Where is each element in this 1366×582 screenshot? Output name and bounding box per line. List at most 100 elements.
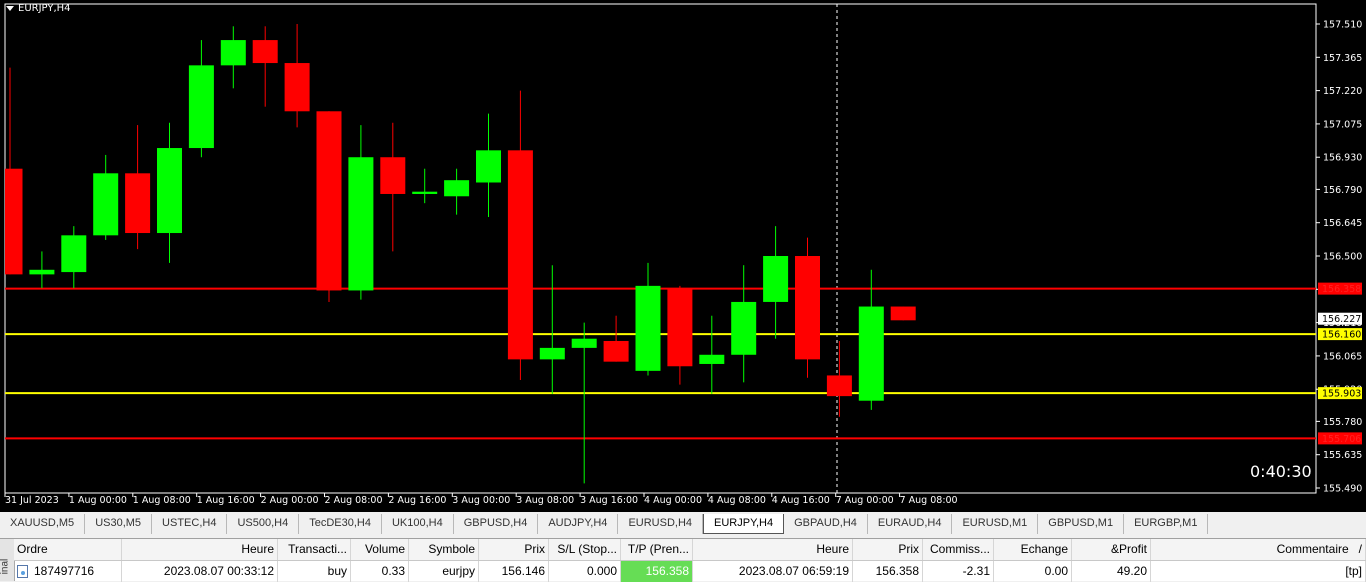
price-axis-label: 156.930 [1323, 153, 1362, 164]
table-cell: 156.358 [853, 561, 923, 582]
tab-us500-h4[interactable]: US500,H4 [227, 514, 300, 534]
column-header-label: Heure [816, 542, 849, 556]
column-header[interactable]: Heure [122, 539, 278, 560]
tab-gbpusd-h4[interactable]: GBPUSD,H4 [454, 514, 539, 534]
time-axis-label: 7 Aug 00:00 [836, 495, 894, 506]
candle-body [890, 306, 916, 321]
candle-body [667, 288, 693, 367]
tab-uk100-h4[interactable]: UK100,H4 [382, 514, 454, 534]
bar-countdown-timer: 0:40:30 [1250, 462, 1312, 481]
candle-body [220, 40, 246, 66]
tab-eurusd-h4[interactable]: EURUSD,H4 [618, 514, 704, 534]
tab-xauusd-m5[interactable]: XAUUSD,M5 [0, 514, 86, 534]
chart-symbol-label[interactable]: EURJPY,H4 [6, 3, 71, 14]
level-tag-label: 155.706 [1322, 434, 1361, 445]
time-axis-label: 1 Aug 00:00 [69, 495, 127, 506]
chart-window[interactable]: 157.510 157.365 157.220 157.075 156.930 156.7… [0, 0, 1366, 512]
price-chart[interactable]: 157.510 157.365 157.220 157.075 156.930 156.7… [0, 0, 1366, 512]
time-axis-label: 3 Aug 16:00 [580, 495, 638, 506]
tab-tecde30-h4[interactable]: TecDE30,H4 [299, 514, 382, 534]
candle-body [571, 338, 597, 348]
terminal-side-strip[interactable]: inal [0, 539, 15, 581]
price-axis-label: 155.780 [1323, 417, 1362, 428]
tab-ustec-h4[interactable]: USTEC,H4 [152, 514, 228, 534]
column-header[interactable]: Heure [693, 539, 853, 560]
candle-body [61, 235, 87, 273]
candle-body [125, 173, 151, 234]
candle-body [539, 347, 565, 360]
table-cell-value: eurjpy [442, 564, 475, 578]
candle-body [284, 63, 310, 112]
table-cell-value: 0.33 [381, 564, 405, 578]
tab-gbpaud-h4[interactable]: GBPAUD,H4 [784, 514, 868, 534]
tab-gbpusd-m1[interactable]: GBPUSD,M1 [1038, 514, 1125, 534]
terminal-side-label: inal [0, 558, 11, 575]
column-header[interactable]: Prix [479, 539, 549, 560]
column-header[interactable]: T/P (Pren... [621, 539, 693, 560]
time-axis-label: 31 Jul 2023 [5, 495, 59, 506]
time-axis-label: 4 Aug 08:00 [708, 495, 766, 506]
column-header[interactable]: Ordre [14, 539, 122, 560]
table-cell: 0.00 [994, 561, 1072, 582]
candle-body [348, 157, 374, 291]
time-axis-label: 2 Aug 00:00 [261, 495, 319, 506]
candle-body [444, 180, 470, 197]
column-header[interactable]: S/L (Stop... [549, 539, 621, 560]
level-tag-label: 155.903 [1322, 389, 1361, 400]
candle-body [699, 354, 725, 364]
column-header[interactable]: Transacti... [278, 539, 351, 560]
tab-eurusd-m1[interactable]: EURUSD,M1 [952, 514, 1039, 534]
column-header-label: Prix [898, 542, 919, 556]
column-header[interactable]: Prix [853, 539, 923, 560]
candle-body [635, 285, 661, 371]
table-row[interactable]: 187497716 2023.08.07 00:33:12 buy 0.33 eurjp… [14, 561, 1366, 582]
sort-arrow-icon: / [1358, 542, 1362, 556]
column-header-label: &Profit [1110, 542, 1147, 556]
table-cell-value: [tp] [1345, 564, 1362, 578]
time-axis-label: 4 Aug 00:00 [644, 495, 702, 506]
tab-eurgbp-m1[interactable]: EURGBP,M1 [1124, 514, 1209, 534]
price-axis-label: 156.645 [1323, 218, 1362, 229]
price-axis-label: 157.510 [1323, 20, 1362, 31]
price-axis-label: 155.635 [1323, 450, 1362, 461]
level-tag-label: 156.358 [1322, 284, 1361, 295]
tab-audjpy-h4[interactable]: AUDJPY,H4 [538, 514, 619, 534]
candle-body [826, 375, 852, 397]
column-header[interactable]: Commiss... [923, 539, 994, 560]
column-header-label: Heure [241, 542, 274, 556]
column-header[interactable]: Symbole [409, 539, 479, 560]
dropdown-triangle-icon[interactable] [6, 6, 14, 11]
column-header-label: S/L (Stop... [557, 542, 617, 556]
table-cell-value: 0.00 [1044, 564, 1068, 578]
column-header[interactable]: Echange [994, 539, 1072, 560]
table-cell-value: 2023.08.07 06:59:19 [738, 564, 849, 578]
column-header[interactable]: Volume [351, 539, 409, 560]
table-cell-value: 156.358 [875, 564, 919, 578]
table-cell-value: -2.31 [962, 564, 990, 578]
table-cell: -2.31 [923, 561, 994, 582]
time-axis-label: 3 Aug 00:00 [452, 495, 510, 506]
column-header-label: Transacti... [288, 542, 347, 556]
table-cell: eurjpy [409, 561, 479, 582]
table-cell: 156.146 [479, 561, 549, 582]
table-cell-value: buy [327, 564, 347, 578]
price-axis-label: 156.065 [1323, 351, 1362, 362]
column-header[interactable]: &Profit [1072, 539, 1151, 560]
table-cell: 187497716 [14, 561, 122, 582]
candle-body [412, 191, 438, 194]
table-cell: 2023.08.07 00:33:12 [122, 561, 278, 582]
tab-euraud-h4[interactable]: EURAUD,H4 [868, 514, 953, 534]
time-axis-label: 1 Aug 08:00 [133, 495, 191, 506]
terminal-header-row: Ordre Heure Transacti... Volume Symbole Prix S… [14, 539, 1366, 561]
table-cell: 0.000 [549, 561, 621, 582]
column-header-label: Echange [1020, 542, 1068, 556]
table-cell: [tp] [1151, 561, 1366, 582]
chart-tabs-bar: XAUUSD,M5 US30,M5 USTEC,H4 US500,H4 TecDE30,… [0, 514, 1366, 535]
table-cell-value: 0.000 [586, 564, 617, 578]
table-cell-value: 156.358 [645, 564, 689, 578]
tab-us30-m5[interactable]: US30,M5 [85, 514, 153, 534]
tab-eurjpy-h4[interactable]: EURJPY,H4 [703, 514, 785, 534]
column-header[interactable]: Commentaire / [1151, 539, 1366, 560]
column-header-label: Prix [524, 542, 545, 556]
candle-body [252, 40, 278, 64]
